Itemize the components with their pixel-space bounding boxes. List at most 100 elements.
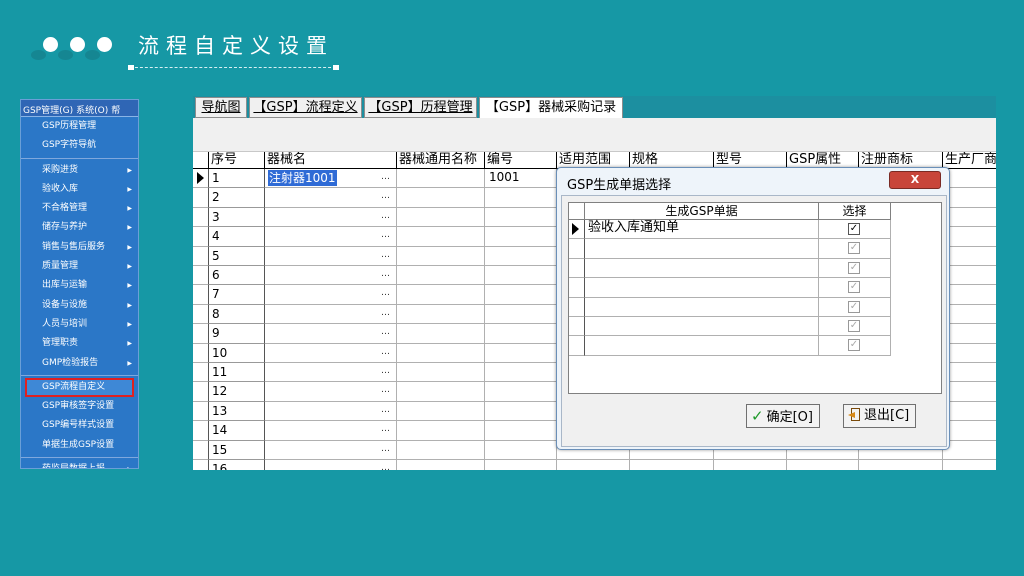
grid-cell[interactable]: [485, 401, 557, 422]
sidebar-item-submenu[interactable]: 销售与售后服务 ▶: [21, 238, 138, 257]
grid-cell[interactable]: [630, 460, 714, 470]
grid-cell[interactable]: [265, 382, 397, 402]
doc-cell[interactable]: [585, 258, 819, 279]
sidebar-item-submenu[interactable]: 采购进货 ▶: [21, 161, 138, 180]
column-header[interactable]: 器械名: [265, 152, 397, 169]
grid-cell[interactable]: [943, 402, 996, 422]
table-row[interactable]: 16…: [193, 460, 996, 470]
grid-cell[interactable]: [265, 285, 397, 305]
grid-cell[interactable]: [485, 285, 557, 305]
sidebar-item-setting[interactable]: GSP编号样式设置: [21, 416, 138, 435]
sidebar-item-setting[interactable]: GSP审核签字设置: [21, 397, 138, 416]
grid-cell[interactable]: [943, 363, 996, 383]
sidebar-item-submenu[interactable]: GMP检验报告 ▶: [21, 354, 138, 373]
list-item[interactable]: ✓: [569, 239, 899, 259]
grid-cell[interactable]: [485, 324, 557, 344]
grid-cell[interactable]: [943, 441, 996, 460]
select-checkbox[interactable]: ✓: [848, 320, 860, 332]
ellipsis-button-icon[interactable]: …: [381, 227, 390, 244]
list-item[interactable]: 验收入库通知单 ✓: [569, 220, 899, 240]
column-header[interactable]: 序号: [209, 152, 265, 169]
tab-process-definition[interactable]: 【GSP】流程定义: [249, 97, 362, 118]
select-checkbox[interactable]: ✓: [848, 339, 860, 352]
grid-cell[interactable]: [397, 266, 485, 286]
grid-cell[interactable]: [485, 304, 557, 325]
grid-cell[interactable]: [265, 324, 397, 344]
sidebar-item-submenu[interactable]: 质量管理 ▶: [21, 257, 138, 276]
tab-history-management[interactable]: 【GSP】历程管理: [364, 97, 477, 118]
ellipsis-button-icon[interactable]: …: [381, 188, 390, 205]
grid-cell[interactable]: [265, 401, 397, 422]
ellipsis-button-icon[interactable]: …: [381, 421, 390, 438]
grid-cell[interactable]: [485, 227, 557, 247]
ellipsis-button-icon[interactable]: …: [381, 402, 390, 419]
grid-cell[interactable]: [397, 227, 485, 247]
list-item[interactable]: ✓: [569, 297, 899, 317]
ellipsis-button-icon[interactable]: …: [381, 305, 390, 322]
sidebar-item-submenu[interactable]: 储存与养护 ▶: [21, 218, 138, 237]
grid-cell[interactable]: [485, 440, 557, 460]
sidebar-item-submenu[interactable]: 设备与设施 ▶: [21, 296, 138, 315]
device-name-value[interactable]: 注射器1001: [268, 170, 337, 186]
list-item[interactable]: ✓: [569, 317, 899, 337]
grid-cell[interactable]: [943, 188, 996, 208]
grid-cell[interactable]: [397, 440, 485, 460]
ellipsis-button-icon[interactable]: …: [381, 363, 390, 380]
grid-cell[interactable]: [485, 382, 557, 402]
grid-cell[interactable]: [397, 304, 485, 325]
doc-cell[interactable]: [585, 336, 819, 356]
grid-cell[interactable]: [485, 460, 557, 470]
ellipsis-button-icon[interactable]: …: [381, 382, 390, 399]
select-checkbox[interactable]: ✓: [848, 281, 860, 294]
menubar-item[interactable]: 系统(O): [76, 106, 108, 116]
ellipsis-button-icon[interactable]: …: [381, 285, 390, 302]
sidebar-item-submenu[interactable]: 人员与培训 ▶: [21, 315, 138, 334]
list-item[interactable]: ✓: [569, 336, 899, 356]
sidebar-item-setting[interactable]: 单据生成GSP设置: [21, 436, 138, 455]
grid-cell[interactable]: [943, 266, 996, 286]
ellipsis-button-icon[interactable]: …: [381, 441, 390, 458]
grid-cell[interactable]: [265, 363, 397, 383]
grid-cell[interactable]: [557, 460, 630, 470]
grid-cell[interactable]: [943, 247, 996, 266]
grid-cell[interactable]: [485, 207, 557, 228]
select-checkbox[interactable]: ✓: [848, 300, 860, 313]
grid-cell[interactable]: [265, 188, 397, 208]
grid-cell[interactable]: [265, 246, 397, 266]
grid-cell[interactable]: [714, 460, 787, 470]
grid-cell[interactable]: [943, 208, 996, 228]
grid-cell[interactable]: [943, 421, 996, 441]
grid-cell[interactable]: [397, 382, 485, 402]
grid-cell[interactable]: [397, 169, 485, 189]
column-header[interactable]: 生产厂商: [943, 152, 996, 169]
doc-cell[interactable]: [585, 297, 819, 317]
tab-navigation-map[interactable]: 导航图: [195, 97, 247, 118]
doc-cell[interactable]: [585, 278, 819, 298]
sidebar-item-data-upload[interactable]: 药监局数据上报 ▶: [21, 460, 138, 468]
grid-cell[interactable]: [265, 207, 397, 228]
column-header[interactable]: 器械通用名称: [397, 152, 485, 169]
select-checkbox[interactable]: ✓: [848, 242, 860, 255]
grid-cell[interactable]: [943, 344, 996, 363]
select-checkbox[interactable]: ✓: [848, 261, 860, 274]
sidebar-item-gsp-process-custom[interactable]: GSP流程自定义: [25, 377, 134, 398]
grid-cell[interactable]: [943, 324, 996, 344]
grid-cell[interactable]: [485, 363, 557, 383]
ellipsis-button-icon[interactable]: …: [381, 460, 390, 470]
grid-cell[interactable]: [265, 343, 397, 363]
grid-cell[interactable]: [943, 382, 996, 402]
menubar-item[interactable]: 帮: [111, 106, 120, 116]
list-item[interactable]: ✓: [569, 258, 899, 279]
sidebar-item-top[interactable]: GSP字符导航: [21, 136, 138, 155]
list-item[interactable]: ✓: [569, 278, 899, 298]
ellipsis-button-icon[interactable]: …: [381, 344, 390, 361]
grid-cell[interactable]: [485, 343, 557, 363]
grid-cell[interactable]: [397, 421, 485, 441]
sidebar-item-submenu[interactable]: 管理职责 ▶: [21, 334, 138, 353]
grid-cell[interactable]: [943, 285, 996, 305]
menubar-item[interactable]: GSP管理(G): [23, 106, 73, 116]
sidebar-item-submenu[interactable]: 不合格管理 ▶: [21, 199, 138, 218]
grid-cell[interactable]: [943, 460, 996, 470]
ellipsis-button-icon[interactable]: …: [381, 247, 390, 264]
grid-cell[interactable]: [787, 460, 859, 470]
